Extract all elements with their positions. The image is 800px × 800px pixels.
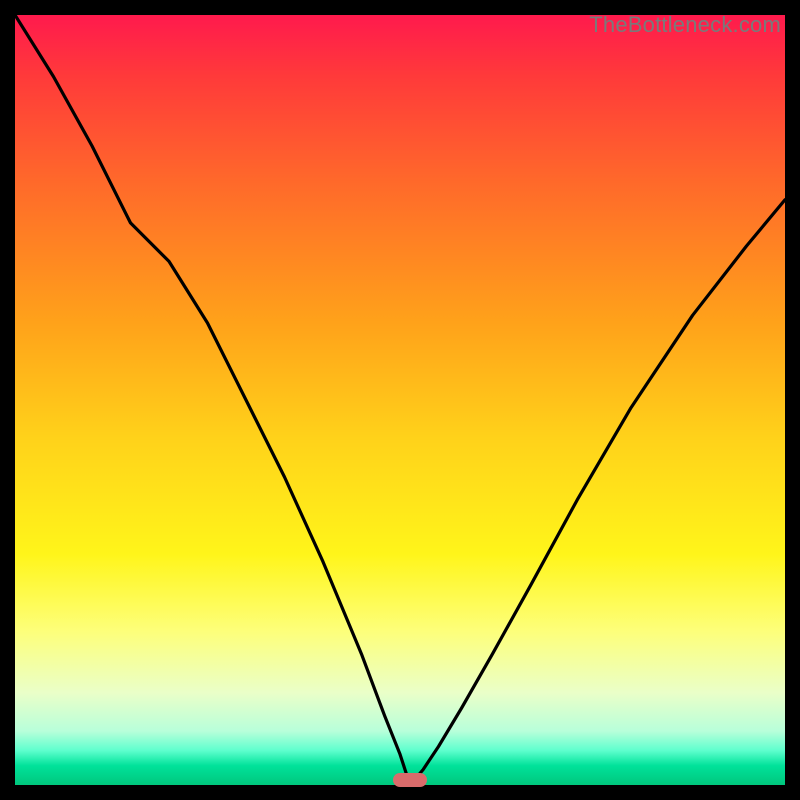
watermark-text: TheBottleneck.com [589, 12, 781, 38]
curve-svg [15, 15, 785, 785]
optimal-marker [393, 773, 428, 787]
chart-frame: TheBottleneck.com [15, 15, 785, 785]
bottleneck-curve [15, 15, 785, 785]
